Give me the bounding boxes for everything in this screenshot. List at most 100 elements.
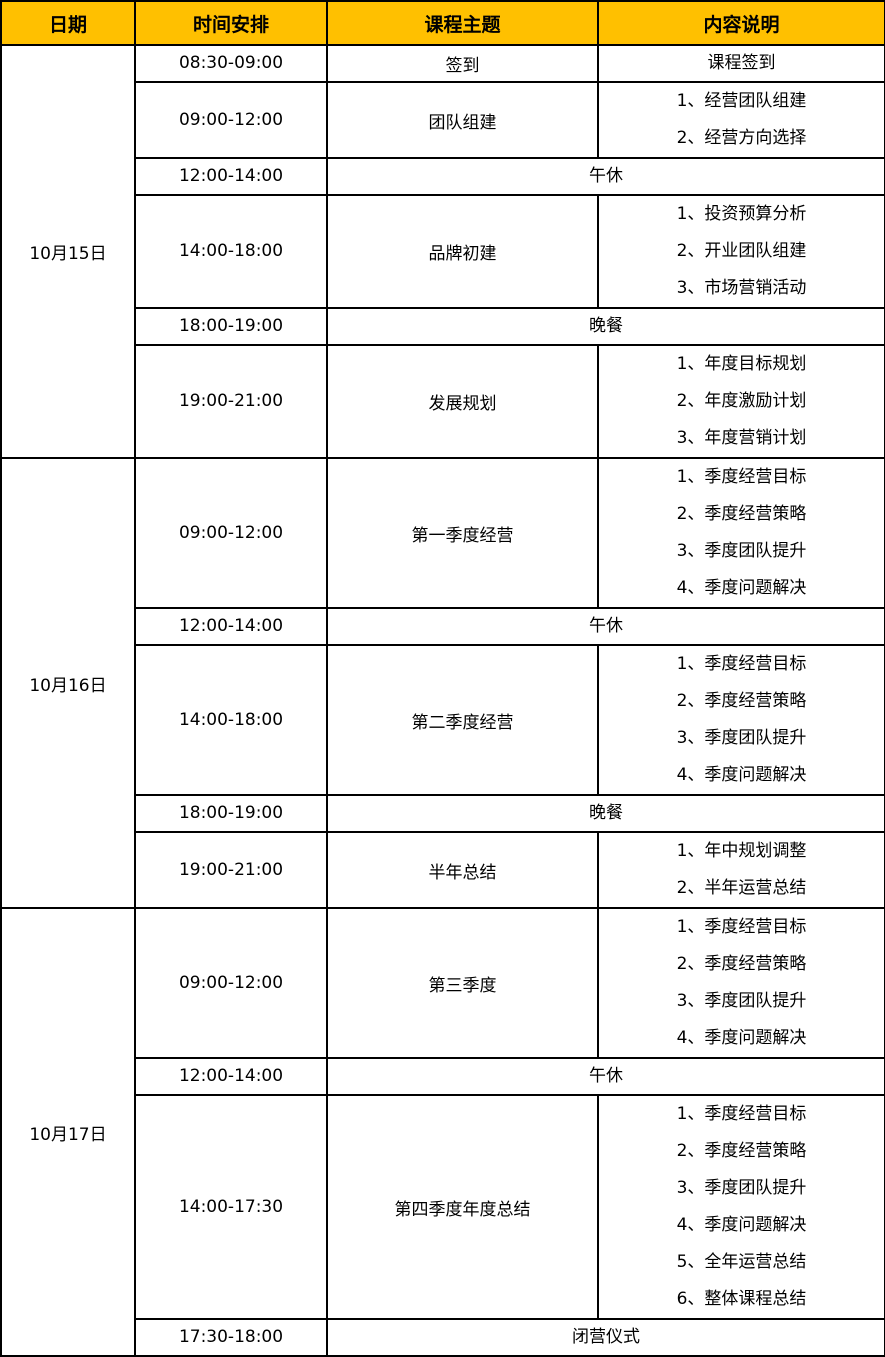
time-cell: 19:00-21:00 xyxy=(134,831,328,909)
header-date: 日期 xyxy=(0,0,136,46)
time-label: 19:00-21:00 xyxy=(178,391,284,411)
time-cell: 09:00-12:00 xyxy=(134,81,328,159)
schedule-body: 10月15日 08:30-09:00 签到 课程签到 09:00-12:00 团队组建 1、… xyxy=(0,44,885,1357)
content-list: 1、经营团队组建 2、经营方向选择 xyxy=(677,83,807,157)
content-cell: 1、年中规划调整 2、半年运营总结 xyxy=(597,831,885,909)
topic-label: 半年总结 xyxy=(428,862,497,883)
content-item: 3、季度团队提升 xyxy=(676,1178,807,1198)
topic-label: 团队组建 xyxy=(428,112,497,133)
content-item: 2、季度经营策略 xyxy=(676,1141,807,1161)
date-label: 10月17日 xyxy=(29,1124,107,1145)
date-cell: 10月17日 xyxy=(0,907,136,1357)
time-cell: 09:00-12:00 xyxy=(134,907,328,1059)
session-row: 10月16日 09:00-12:00 第一季度经营 1、季度经营目标 2、季度经营策略 3… xyxy=(0,457,885,909)
time-label: 18:00-19:00 xyxy=(178,803,284,823)
content-item: 6、整体课程总结 xyxy=(676,1289,807,1309)
content-item: 2、年度激励计划 xyxy=(676,391,807,411)
content-item: 2、经营方向选择 xyxy=(676,128,807,148)
time-cell: 14:00-18:00 xyxy=(134,194,328,309)
content-cell: 1、季度经营目标 2、季度经营策略 3、季度团队提升 4、季度问题解决 xyxy=(597,457,885,609)
topic-label: 发展规划 xyxy=(428,394,497,414)
topic-label: 第四季度年度总结 xyxy=(394,1199,531,1220)
break-cell: 晚餐 xyxy=(326,307,885,346)
time-label: 14:00-18:00 xyxy=(178,709,284,730)
time-cell: 18:00-19:00 xyxy=(134,307,328,346)
header-row: 日期 时间安排 课程主题 内容说明 xyxy=(0,0,885,46)
content-item: 2、季度经营策略 xyxy=(676,954,807,974)
content-list: 1、年度目标规划 2、年度激励计划 3、年度营销计划 xyxy=(677,346,807,457)
topic-label: 第二季度经营 xyxy=(411,712,514,733)
date-cell: 10月15日 xyxy=(0,44,136,459)
break-cell: 晚餐 xyxy=(326,794,885,833)
content-item: 1、季度经营目标 xyxy=(676,917,807,937)
content-list: 课程签到 xyxy=(708,46,776,81)
content-list: 1、季度经营目标 2、季度经营策略 3、季度团队提升 4、季度问题解决 xyxy=(677,909,807,1057)
content-item: 1、季度经营目标 xyxy=(676,1104,807,1124)
content-list: 1、年中规划调整 2、半年运营总结 xyxy=(677,833,807,907)
content-item: 3、季度团队提升 xyxy=(676,541,807,561)
time-label: 09:00-12:00 xyxy=(178,109,284,130)
content-item: 2、开业团队组建 xyxy=(676,241,807,261)
time-cell: 14:00-17:30 xyxy=(134,1094,328,1320)
content-item: 4、季度问题解决 xyxy=(676,1215,807,1235)
content-item: 3、市场营销活动 xyxy=(676,278,807,298)
content-cell: 1、季度经营目标 2、季度经营策略 3、季度团队提升 4、季度问题解决 xyxy=(597,644,885,796)
date-label: 10月16日 xyxy=(29,675,107,696)
content-list: 1、投资预算分析 2、开业团队组建 3、市场营销活动 xyxy=(677,196,807,307)
time-label: 08:30-09:00 xyxy=(178,53,284,73)
topic-cell: 团队组建 xyxy=(326,81,599,159)
topic-cell: 发展规划 xyxy=(326,344,599,459)
break-label: 闭营仪式 xyxy=(572,1327,640,1347)
content-item: 4、季度问题解决 xyxy=(676,765,807,785)
content-item: 2、季度经营策略 xyxy=(676,504,807,524)
topic-cell: 第二季度经营 xyxy=(326,644,599,796)
break-label: 晚餐 xyxy=(589,803,623,823)
content-item: 课程签到 xyxy=(707,53,776,73)
time-label: 12:00-14:00 xyxy=(178,166,284,186)
topic-cell: 半年总结 xyxy=(326,831,599,909)
break-label: 午休 xyxy=(589,616,623,636)
topic-label: 第一季度经营 xyxy=(411,525,514,546)
break-cell: 午休 xyxy=(326,157,885,196)
content-cell: 1、季度经营目标 2、季度经营策略 3、季度团队提升 4、季度问题解决 5、全年运营总结… xyxy=(597,1094,885,1320)
time-cell: 09:00-12:00 xyxy=(134,457,328,609)
content-item: 1、投资预算分析 xyxy=(676,204,807,224)
topic-cell: 签到 xyxy=(326,44,599,83)
content-item: 1、季度经营目标 xyxy=(676,654,807,674)
content-item: 1、年度目标规划 xyxy=(676,354,807,374)
topic-label: 签到 xyxy=(445,56,480,76)
time-cell: 12:00-14:00 xyxy=(134,607,328,646)
content-cell: 1、年度目标规划 2、年度激励计划 3、年度营销计划 xyxy=(597,344,885,459)
time-cell: 14:00-18:00 xyxy=(134,644,328,796)
content-item: 1、季度经营目标 xyxy=(676,467,807,487)
time-label: 19:00-21:00 xyxy=(178,859,284,880)
time-label: 12:00-14:00 xyxy=(178,616,284,636)
content-item: 3、季度团队提升 xyxy=(676,728,807,748)
content-list: 1、季度经营目标 2、季度经营策略 3、季度团队提升 4、季度问题解决 xyxy=(677,459,807,607)
time-cell: 12:00-14:00 xyxy=(134,1057,328,1096)
time-cell: 18:00-19:00 xyxy=(134,794,328,833)
time-cell: 08:30-09:00 xyxy=(134,44,328,83)
topic-cell: 第三季度 xyxy=(326,907,599,1059)
time-label: 09:00-12:00 xyxy=(178,522,284,543)
content-cell: 课程签到 xyxy=(597,44,885,83)
topic-cell: 品牌初建 xyxy=(326,194,599,309)
content-cell: 1、经营团队组建 2、经营方向选择 xyxy=(597,81,885,159)
content-item: 4、季度问题解决 xyxy=(676,1028,807,1048)
date-cell: 10月16日 xyxy=(0,457,136,909)
topic-label: 第三季度 xyxy=(428,975,497,996)
break-cell: 午休 xyxy=(326,1057,885,1096)
content-list: 1、季度经营目标 2、季度经营策略 3、季度团队提升 4、季度问题解决 xyxy=(677,646,807,794)
content-item: 5、全年运营总结 xyxy=(676,1252,807,1272)
time-label: 12:00-14:00 xyxy=(178,1066,284,1086)
break-label: 午休 xyxy=(589,1066,623,1086)
time-label: 17:30-18:00 xyxy=(178,1327,284,1347)
header-time: 时间安排 xyxy=(134,0,328,46)
content-list: 1、季度经营目标 2、季度经营策略 3、季度团队提升 4、季度问题解决 5、全年运营总结… xyxy=(677,1096,807,1318)
time-cell: 17:30-18:00 xyxy=(134,1318,328,1357)
date-label: 10月15日 xyxy=(29,244,107,264)
content-item: 2、季度经营策略 xyxy=(676,691,807,711)
session-row: 10月15日 08:30-09:00 签到 课程签到 xyxy=(0,44,885,459)
content-item: 3、年度营销计划 xyxy=(676,428,807,448)
content-item: 4、季度问题解决 xyxy=(676,578,807,598)
